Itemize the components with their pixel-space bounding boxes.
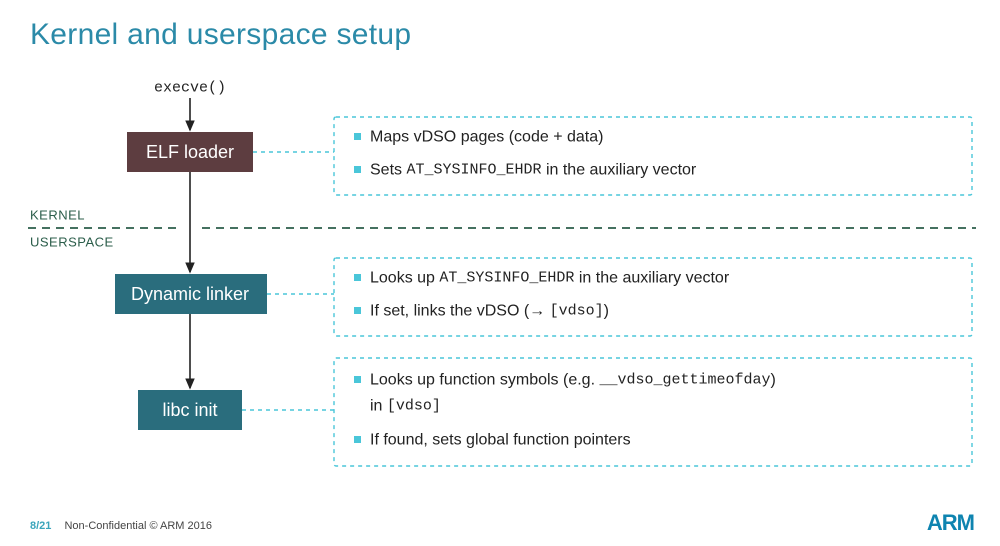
box-elf-loader-label: ELF loader <box>146 142 234 162</box>
panel-linker-item-1: If set, links the vDSO (→ [vdso]) <box>354 303 609 320</box>
region-label-kernel: KERNEL <box>30 208 85 223</box>
panel-libc-item-0: Looks up function symbols (e.g. __vdso_g… <box>354 372 776 415</box>
svg-text:Maps vDSO pages (code + data): Maps vDSO pages (code + data) <box>370 129 603 146</box>
svg-text:Sets AT_SYSINFO_EHDR in the au: Sets AT_SYSINFO_EHDR in the auxiliary ve… <box>370 162 697 179</box>
svg-text:If set, links the vDSO (→ [vds: If set, links the vDSO (→ [vdso]) <box>370 303 609 320</box>
region-label-userspace: USERSPACE <box>30 235 114 250</box>
panel-elf-item-1: Sets AT_SYSINFO_EHDR in the auxiliary ve… <box>354 162 697 179</box>
panel-linker-item-0: Looks up AT_SYSINFO_EHDR in the auxiliar… <box>354 270 730 287</box>
diagram: execve() ELF loader Maps vDSO pages (cod… <box>0 0 1000 546</box>
bullet-icon <box>354 307 361 314</box>
logo: ARM <box>927 510 974 536</box>
box-dynamic-linker-label: Dynamic linker <box>131 284 249 304</box>
footer-text: Non-Confidential © ARM 2016 <box>64 520 212 532</box>
bullet-icon <box>354 274 361 281</box>
svg-text:in [vdso]: in [vdso] <box>370 398 441 415</box>
svg-text:Looks up function symbols (e.g: Looks up function symbols (e.g. __vdso_g… <box>370 372 776 389</box>
footer: 8/21 Non-Confidential © ARM 2016 <box>30 520 212 532</box>
svg-text:If found, sets global function: If found, sets global function pointers <box>370 432 631 449</box>
page-number: 8/21 <box>30 520 51 532</box>
bullet-icon <box>354 133 361 140</box>
bullet-icon <box>354 166 361 173</box>
box-libc-init-label: libc init <box>162 400 217 420</box>
panel-elf-item-0: Maps vDSO pages (code + data) <box>354 129 603 146</box>
bullet-icon <box>354 376 361 383</box>
entrypoint-label: execve() <box>154 80 226 97</box>
svg-text:Looks up AT_SYSINFO_EHDR in th: Looks up AT_SYSINFO_EHDR in the auxiliar… <box>370 270 730 287</box>
bullet-icon <box>354 436 361 443</box>
panel-libc-item-1: If found, sets global function pointers <box>354 432 631 449</box>
